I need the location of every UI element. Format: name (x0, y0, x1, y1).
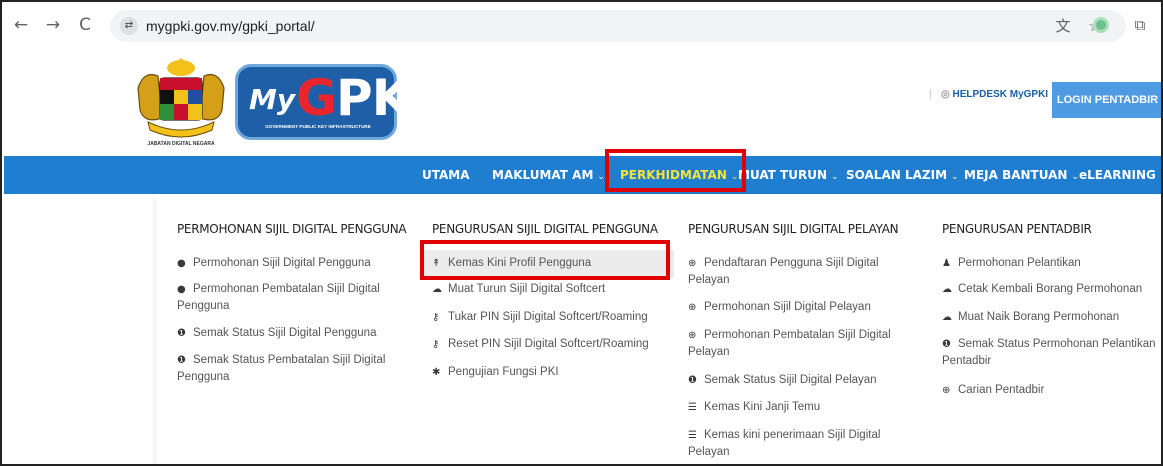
menu-item[interactable]: ✱ Pengujian Fungsi PKI (432, 364, 559, 381)
logo-my-text: My (249, 83, 296, 116)
menu-item-kemas-kini-profil[interactable]: ↟ Kemas Kini Profil Pengguna (422, 250, 674, 278)
key-icon: ⚷ (432, 312, 440, 323)
cloud-icon: ☁ (432, 284, 442, 295)
back-arrow-icon[interactable]: ← (10, 14, 32, 36)
menu-column-title: PERMOHONAN SIJIL DIGITAL PENGGUNA (177, 222, 407, 236)
menu-item[interactable]: ☁ Muat Naik Borang Permohonan (942, 309, 1119, 326)
info-icon: ❶ (177, 328, 186, 339)
nav-maklumat-am[interactable]: MAKLUMAT AM ⌄ (492, 156, 605, 194)
menu-column-title: PENGURUSAN SIJIL DIGITAL PENGGUNA (432, 222, 658, 236)
nav-muat-turun[interactable]: MUAT TURUN ⌄ (738, 156, 839, 194)
cloud-icon: ☁ (942, 284, 952, 295)
menu-column-title: PENGURUSAN PENTADBIR (942, 222, 1092, 236)
globe-icon: ◎ (941, 89, 953, 100)
crest-caption: JABATAN DIGITAL NEGARA (147, 141, 215, 147)
helpdesk-separator: | (929, 89, 932, 100)
menu-column-title: PENGURUSAN SIJIL DIGITAL PELAYAN (688, 222, 899, 236)
mygpki-logo[interactable]: My GPKI GOVERNMENT PUBLIC KEY INFRASTRUC… (235, 64, 428, 140)
logo-gpki-text: GPKI (296, 69, 428, 127)
menu-item[interactable]: ❶ Semak Status Sijil Digital Pengguna (177, 325, 376, 342)
nav-elearning[interactable]: eLEARNING (1079, 156, 1156, 194)
menu-item[interactable]: ⚷ Tukar PIN Sijil Digital Softcert/Roamin… (432, 309, 648, 326)
upload-arrow-icon: ↟ (432, 258, 441, 269)
globe-icon: ⊕ (688, 302, 697, 313)
dot-icon: ● (177, 284, 186, 295)
chevron-down-icon: ⌄ (1071, 172, 1079, 182)
chevron-down-icon: ⌄ (597, 172, 605, 182)
menu-item[interactable]: ♟ Permohonan Pelantikan (942, 255, 1081, 272)
chatgpt-extension-icon[interactable] (1093, 17, 1109, 33)
list-icon: ☰ (688, 402, 697, 413)
nav-utama[interactable]: UTAMA (422, 156, 470, 194)
translate-icon[interactable]: 文 (1054, 17, 1072, 35)
browser-toolbar: ← → C ⇄ mygpki.gov.my/gpki_portal/ 文 ☆ ⧉ (2, 2, 1161, 50)
screenshot-frame: ← → C ⇄ mygpki.gov.my/gpki_portal/ 文 ☆ ⧉… (0, 0, 1163, 466)
user-icon: ♟ (942, 258, 951, 269)
menu-item[interactable]: ⊕ Pendaftaran Pengguna Sijil Digital Pelay… (688, 255, 879, 289)
extensions-puzzle-icon[interactable]: ⧉ (1130, 15, 1150, 35)
menu-item[interactable]: ⊕ Permohonan Pembatalan Sijil Digital Pela… (688, 327, 891, 361)
reload-icon[interactable]: C (74, 14, 96, 36)
forward-arrow-icon[interactable]: → (42, 14, 64, 36)
globe-icon: ⊕ (688, 258, 697, 269)
cloud-icon: ☁ (942, 312, 952, 323)
menu-item[interactable]: ⊕ Permohonan Sijil Digital Pelayan (688, 299, 871, 316)
chevron-down-icon: ⌄ (951, 172, 959, 182)
menu-item[interactable]: ⚷ Reset PIN Sijil Digital Softcert/Roamin… (432, 336, 649, 353)
menu-item[interactable]: ☁ Muat Turun Sijil Digital Softcert (432, 281, 605, 298)
main-nav: UTAMA MAKLUMAT AM ⌄ PERKHIDMATAN ⌄ MUAT TU… (4, 156, 1161, 194)
info-icon: ❶ (688, 375, 697, 386)
login-pentadbir-button[interactable]: LOGIN PENTADBIR (1052, 82, 1161, 118)
menu-item[interactable]: ● Permohonan Pembatalan Sijil Digital Peng… (177, 281, 380, 315)
menu-item[interactable]: ❶ Semak Status Pembatalan Sijil Digital Pe… (177, 352, 385, 386)
url-text[interactable]: mygpki.gov.my/gpki_portal/ (146, 18, 315, 34)
address-bar[interactable]: ⇄ mygpki.gov.my/gpki_portal/ 文 ☆ (110, 10, 1126, 42)
logo-tagline: GOVERNMENT PUBLIC KEY INFRASTRUCTURE (265, 124, 371, 129)
asterisk-icon: ✱ (432, 367, 441, 378)
menu-item[interactable]: ⊕ Carian Pentadbir (942, 382, 1044, 399)
nav-perkhidmatan[interactable]: PERKHIDMATAN ⌄ (620, 156, 738, 194)
info-icon: ❶ (177, 355, 186, 366)
dot-icon: ● (177, 258, 186, 269)
info-icon: ❶ (942, 339, 951, 350)
nav-meja-bantuan[interactable]: MEJA BANTUAN ⌄ (964, 156, 1079, 194)
menu-item[interactable]: ☁ Cetak Kembali Borang Permohonan (942, 281, 1142, 298)
menu-item[interactable]: ❶ Semak Status Sijil Digital Pelayan (688, 372, 877, 389)
menu-item[interactable]: ❶ Semak Status Permohonan Pelantikan Penta… (942, 336, 1156, 370)
malaysia-coat-of-arms-icon (137, 58, 225, 138)
menu-item[interactable]: ☰ Kemas kini penerimaan Sijil Digital Pela… (688, 427, 880, 461)
site-info-icon[interactable]: ⇄ (120, 17, 138, 35)
menu-item[interactable]: ● Permohonan Sijil Digital Pengguna (177, 255, 371, 272)
list-icon: ☰ (688, 430, 697, 441)
key-icon: ⚷ (432, 339, 440, 350)
menu-item[interactable]: ☰ Kemas Kini Janji Temu (688, 399, 820, 416)
chevron-down-icon: ⌄ (831, 172, 839, 182)
services-dropdown-menu: PERMOHONAN SIJIL DIGITAL PENGGUNA ● Permo… (156, 194, 1161, 464)
search-icon: ⊕ (942, 385, 951, 396)
globe-icon: ⊕ (688, 330, 697, 341)
nav-soalan-lazim[interactable]: SOALAN LAZIM ⌄ (846, 156, 959, 194)
helpdesk-link[interactable]: ◎ HELPDESK MyGPKI (941, 89, 1048, 100)
